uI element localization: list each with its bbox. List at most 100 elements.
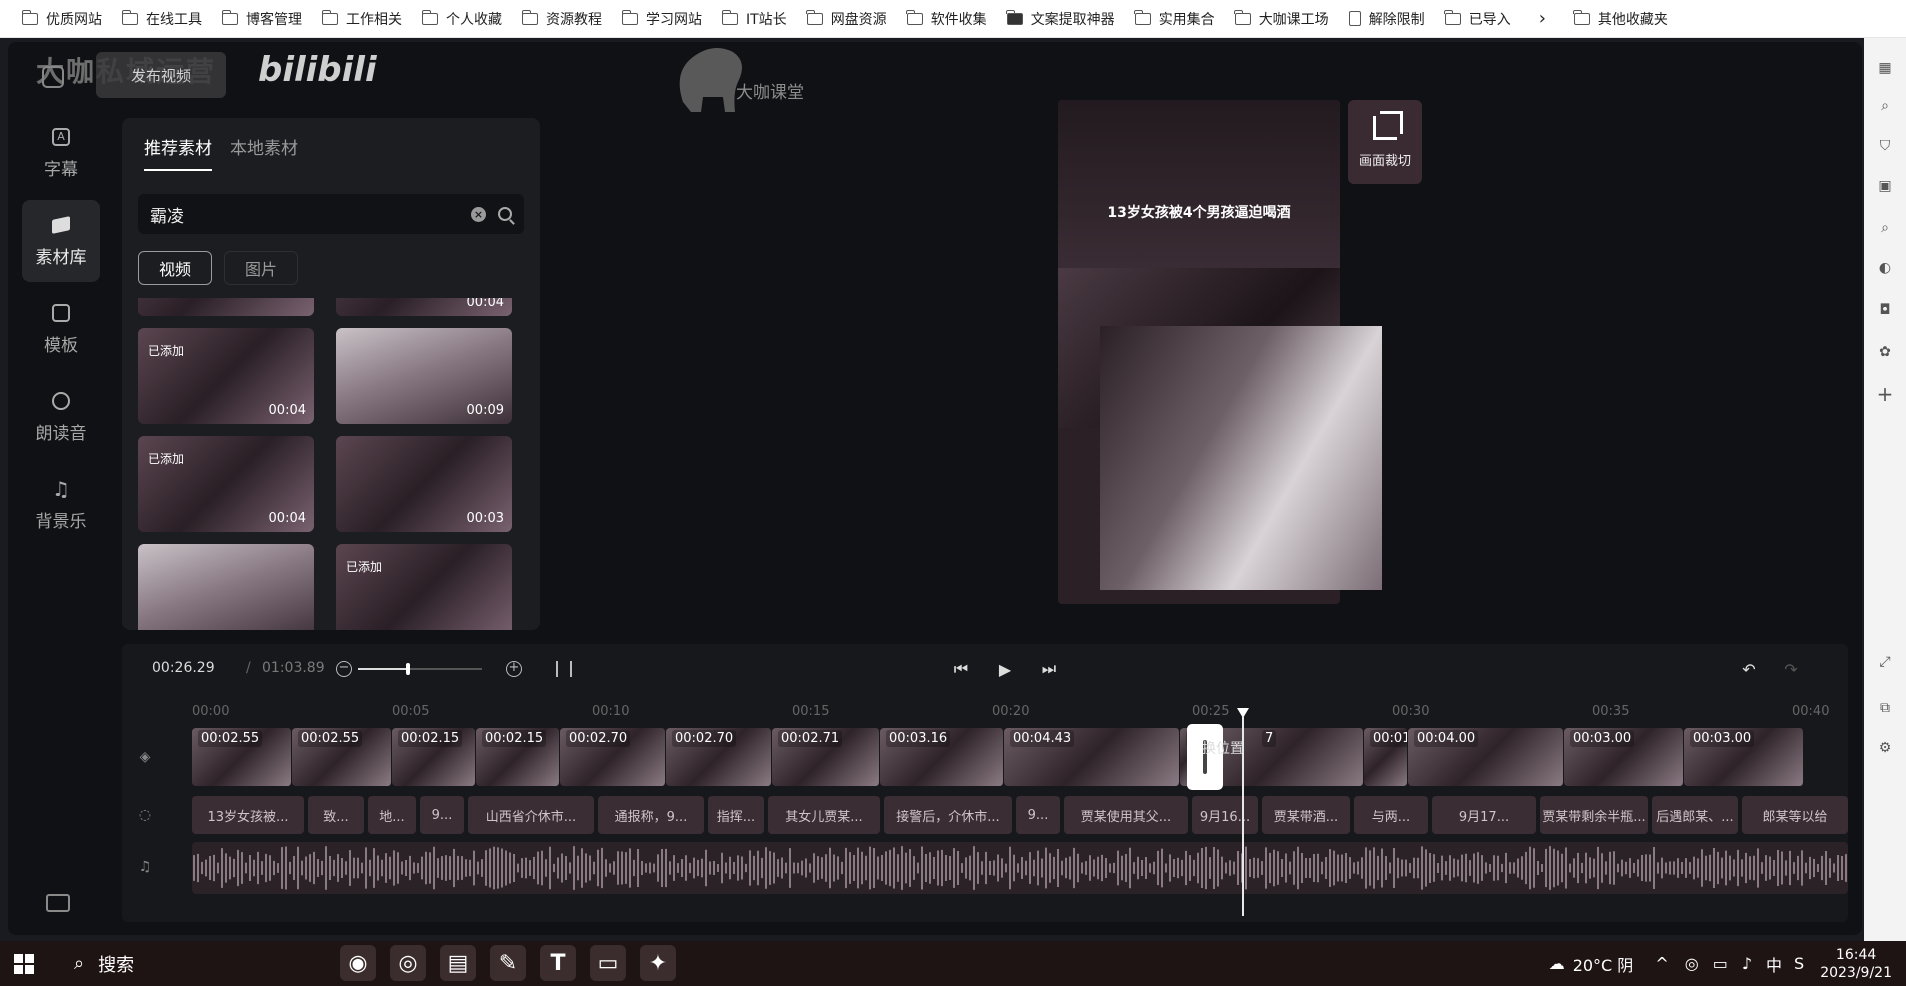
- video-clip[interactable]: 00:02.71: [772, 728, 880, 786]
- crop-button[interactable]: 画面裁切: [1348, 100, 1422, 184]
- tab-video[interactable]: 视频: [138, 251, 212, 285]
- bookmark-item[interactable]: 解除限制: [1341, 5, 1433, 33]
- clear-icon[interactable]: ×: [471, 206, 486, 222]
- subtitle-clip[interactable]: 13岁女孩被...: [192, 796, 304, 834]
- bookmark-item[interactable]: 网盘资源: [799, 5, 895, 33]
- bookmark-item[interactable]: 优质网站: [14, 5, 110, 33]
- app-icon[interactable]: ▤: [440, 945, 476, 981]
- app-icon[interactable]: ✎: [490, 945, 526, 981]
- material-thumb[interactable]: 已添加 00:04: [138, 328, 314, 424]
- undo-icon[interactable]: ↶: [1740, 660, 1758, 679]
- subtitle-clip[interactable]: 郎某等以给: [1742, 796, 1848, 834]
- subtitle-clip[interactable]: 贾某使用其父...: [1064, 796, 1188, 834]
- clock[interactable]: 16:44 2023/9/21: [1820, 946, 1892, 982]
- bookmark-item[interactable]: 其他收藏夹: [1566, 5, 1676, 33]
- tab-recommended[interactable]: 推荐素材: [144, 134, 212, 171]
- weather-text[interactable]: 20°C 阴: [1573, 952, 1634, 976]
- chevron-up-icon[interactable]: ^: [1655, 954, 1668, 973]
- video-clip[interactable]: 00:02.15: [392, 728, 476, 786]
- subtitle-clip[interactable]: 致...: [308, 796, 364, 834]
- audio-waveform[interactable]: [192, 842, 1848, 894]
- subtitle-clip[interactable]: 地...: [368, 796, 416, 834]
- network-icon[interactable]: ▭: [1713, 954, 1728, 973]
- nav-item-template[interactable]: 模板: [22, 288, 100, 370]
- shopping-icon[interactable]: ⛉: [1875, 136, 1895, 156]
- video-clip[interactable]: 00:04.43: [1004, 728, 1180, 786]
- video-clip[interactable]: 00:02.15: [476, 728, 560, 786]
- text-app-icon[interactable]: T: [540, 945, 576, 981]
- circle-icon[interactable]: ◐: [1875, 258, 1895, 278]
- subtitle-clip[interactable]: 接警后，介休市...: [884, 796, 1012, 834]
- subtitle-clip[interactable]: 通报称，9...: [598, 796, 704, 834]
- material-thumb[interactable]: 已添加: [336, 544, 512, 630]
- video-clip[interactable]: 00:02.70: [560, 728, 666, 786]
- nav-item-music[interactable]: ♫ 背景乐: [22, 464, 100, 546]
- material-thumb[interactable]: 已添加 00:04: [138, 436, 314, 532]
- folder-icon[interactable]: ▭: [590, 945, 626, 981]
- publish-video-button[interactable]: 发布视频: [96, 52, 226, 98]
- zoom-out-icon[interactable]: −: [336, 661, 352, 677]
- subtitle-clip[interactable]: 指挥...: [708, 796, 764, 834]
- app-icon[interactable]: ✦: [640, 945, 676, 981]
- add-icon[interactable]: +: [1875, 382, 1895, 406]
- tab-image[interactable]: 图片: [224, 251, 298, 285]
- play-icon[interactable]: ▶: [996, 660, 1014, 679]
- subtitle-clip[interactable]: 其女儿贾某...: [768, 796, 880, 834]
- app-icon[interactable]: ◎: [390, 945, 426, 981]
- grid-icon[interactable]: ▦: [1875, 58, 1895, 78]
- office-icon[interactable]: ▣: [1875, 176, 1895, 196]
- game-icon[interactable]: ◘: [1875, 300, 1895, 320]
- search-icon[interactable]: ⌕: [1875, 96, 1895, 116]
- material-thumb[interactable]: [138, 298, 314, 316]
- external-link-icon[interactable]: ⧉: [1875, 698, 1895, 718]
- zoom-in-icon[interactable]: +: [506, 661, 522, 677]
- input-method-icon[interactable]: S: [1794, 954, 1804, 973]
- nav-item-subtitle[interactable]: A 字幕: [22, 112, 100, 194]
- screenshot-icon[interactable]: ⤢: [1875, 652, 1895, 672]
- video-clip[interactable]: 00:02.70: [666, 728, 772, 786]
- video-clip[interactable]: 00:02.55: [292, 728, 392, 786]
- chevron-right-icon[interactable]: ›: [1523, 5, 1562, 33]
- subtitle-clip[interactable]: 山西省介休市...: [468, 796, 594, 834]
- status-icon[interactable]: ◎: [1685, 954, 1699, 973]
- video-clip[interactable]: 00:03.16: [880, 728, 1004, 786]
- nav-item-voice[interactable]: 朗读音: [22, 376, 100, 458]
- search-input[interactable]: 霸凌: [150, 202, 471, 227]
- zoom-knob[interactable]: [405, 663, 410, 675]
- ime-indicator[interactable]: 中: [1766, 952, 1782, 976]
- material-thumb[interactable]: [138, 544, 314, 630]
- material-thumb[interactable]: 00:03: [336, 436, 512, 532]
- gear-icon[interactable]: ⚙: [1875, 738, 1895, 758]
- video-clip[interactable]: 00:04.00: [1408, 728, 1564, 786]
- bookmark-item[interactable]: 实用集合: [1127, 5, 1223, 33]
- bookmark-item[interactable]: 个人收藏: [414, 5, 510, 33]
- subtitle-clip[interactable]: 贾某带酒...: [1262, 796, 1350, 834]
- start-button[interactable]: [0, 941, 48, 986]
- bookmark-item[interactable]: 大咖课工场: [1227, 5, 1337, 33]
- skip-forward-icon[interactable]: ⏭: [1040, 659, 1058, 678]
- search-icon[interactable]: [498, 207, 512, 221]
- subtitle-clip[interactable]: 9...: [1016, 796, 1060, 834]
- video-clip[interactable]: 00:02.55: [192, 728, 292, 786]
- subtitle-clip[interactable]: 9月17...: [1432, 796, 1536, 834]
- subtitle-clip[interactable]: 后遇郎某、...: [1652, 796, 1738, 834]
- bookmark-item[interactable]: 在线工具: [114, 5, 210, 33]
- bookmark-item[interactable]: 资源教程: [514, 5, 610, 33]
- fit-timeline-icon[interactable]: [556, 661, 572, 677]
- redo-icon[interactable]: ↷: [1782, 660, 1800, 679]
- material-thumb[interactable]: 00:04: [336, 298, 512, 316]
- volume-icon[interactable]: ♪: [1742, 954, 1752, 973]
- material-thumb[interactable]: 00:09: [336, 328, 512, 424]
- subtitle-clip[interactable]: 9...: [420, 796, 464, 834]
- search-icon[interactable]: ⌕: [1875, 218, 1895, 238]
- zoom-slider[interactable]: [358, 663, 482, 675]
- video-clip[interactable]: 00:03.00: [1684, 728, 1804, 786]
- bookmark-item[interactable]: 博客管理: [214, 5, 310, 33]
- nav-item-library[interactable]: 素材库: [22, 200, 100, 282]
- video-clip[interactable]: 00:03.00: [1564, 728, 1684, 786]
- taskbar-search[interactable]: ⌕ 搜索: [48, 941, 338, 986]
- tab-local[interactable]: 本地素材: [230, 134, 298, 171]
- bookmark-item[interactable]: 软件收集: [899, 5, 995, 33]
- bookmark-item[interactable]: 已导入: [1437, 5, 1519, 33]
- gear-icon[interactable]: ✿: [1875, 342, 1895, 362]
